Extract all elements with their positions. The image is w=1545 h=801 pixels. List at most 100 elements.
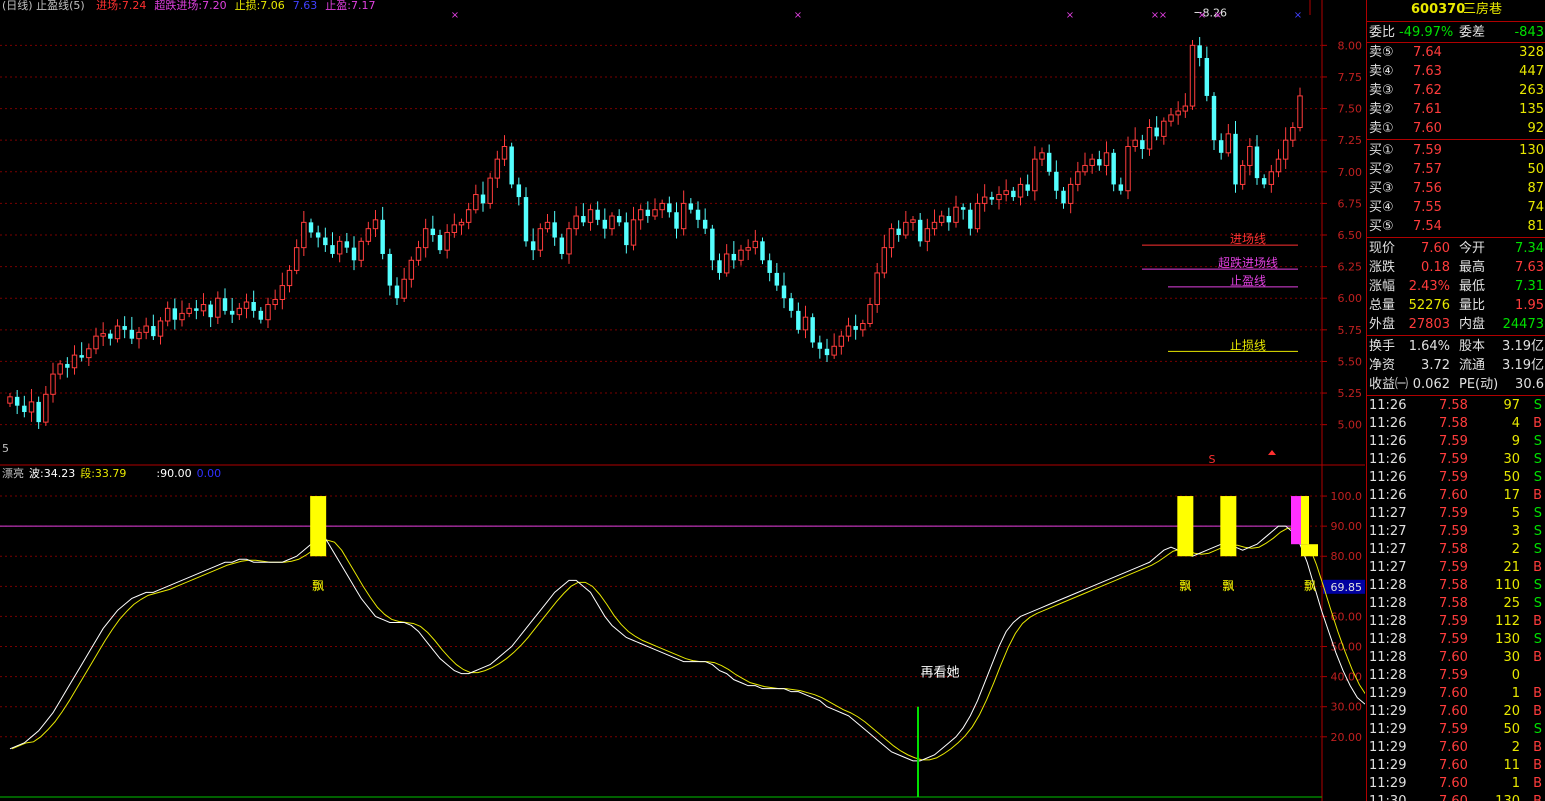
candle-body [996, 194, 1002, 201]
price-tick-label: 6.50 [1338, 229, 1363, 242]
bottom-left-label: 5 [2, 442, 9, 455]
candle-body [1225, 133, 1232, 154]
tick-side: S [1533, 398, 1542, 413]
tick-price: 7.60 [1439, 776, 1468, 791]
candle-body [745, 247, 751, 251]
ask-label: 卖⑤ [1369, 45, 1394, 60]
ask-row[interactable]: 卖② 7.61 135 [1367, 100, 1545, 119]
kline-chart[interactable]: 8.00 7.75 7.50 7.25 7.00 6.75 6.50 6.25 6.00 5.75… [0, 0, 1365, 801]
bid-row[interactable]: 买④ 7.55 74 [1367, 198, 1545, 217]
orderbook-divider [1367, 237, 1545, 238]
candle-body [151, 326, 156, 337]
tick-price: 7.59 [1439, 632, 1468, 647]
candle-body [258, 310, 264, 320]
candle-body [1189, 44, 1196, 107]
stat-value: 7.60 [1421, 241, 1450, 256]
tick-row: 11:26 7.59 30 S [1367, 451, 1545, 469]
stat-value: 30.6 [1515, 377, 1544, 392]
stat-value: 7.63 [1515, 260, 1544, 275]
tick-side: B [1533, 793, 1542, 801]
candle-body [559, 237, 565, 254]
candle-body [523, 197, 529, 242]
candle-body [838, 335, 845, 347]
candle-body [587, 209, 594, 223]
candle-body [200, 304, 207, 312]
bid-volume: 87 [1527, 181, 1544, 196]
candle-body [624, 222, 629, 246]
bid-row[interactable]: 买② 7.57 50 [1367, 160, 1545, 179]
candle-body [853, 326, 858, 330]
candle-body [581, 216, 586, 223]
weicha-label: 委差 [1459, 25, 1486, 40]
price-tick-label: 5.50 [1338, 355, 1363, 368]
tick-time: 11:27 [1369, 542, 1407, 557]
signal-lines: 进场线超跌进场线止盈线止损线 [1142, 232, 1298, 352]
indicator-legend-item: 波:34.23 [29, 467, 75, 480]
tick-side: S [1533, 722, 1542, 737]
buy-marker-label: 再看她 [920, 665, 959, 681]
top-marker: × [1294, 10, 1302, 21]
candle-body [616, 216, 622, 223]
candle-body [888, 228, 895, 249]
candle-body [530, 241, 536, 251]
candle-body [537, 228, 544, 251]
bid-row[interactable]: 买⑤ 7.54 81 [1367, 217, 1545, 236]
candle-body [674, 212, 679, 229]
tick-price: 7.60 [1439, 793, 1468, 801]
stock-code: 600370 [1411, 2, 1466, 17]
ask-row[interactable]: 卖④ 7.63 447 [1367, 62, 1545, 81]
candle-body [1125, 145, 1131, 192]
tick-time: 11:27 [1369, 506, 1407, 521]
ask-row[interactable]: 卖① 7.60 92 [1367, 119, 1545, 138]
candle-body [293, 247, 300, 271]
tick-volume: 112 [1495, 614, 1520, 629]
tick-volume: 130 [1495, 793, 1520, 801]
candle-body [903, 221, 909, 236]
tick-time: 11:28 [1369, 578, 1407, 593]
bid-row[interactable]: 买① 7.59 130 [1367, 141, 1545, 160]
stat-value: 1.64% [1408, 339, 1450, 354]
tick-price: 7.60 [1439, 650, 1468, 665]
candle-body [960, 207, 966, 210]
bo-line [9, 525, 1365, 762]
tick-side: S [1533, 632, 1542, 647]
tick-volume: 1 [1511, 686, 1520, 701]
tick-row: 11:28 7.59 112 B [1367, 613, 1545, 631]
candle-body [430, 228, 436, 235]
indicator-tick-label: 90.00 [1331, 520, 1363, 533]
candle-body [157, 320, 164, 337]
ask-row[interactable]: 卖⑤ 7.64 328 [1367, 43, 1545, 62]
candle-body [1067, 183, 1074, 204]
candle-body [723, 253, 730, 274]
candle-body [1046, 152, 1052, 172]
candle-body [143, 325, 149, 333]
candle-body [1182, 105, 1189, 112]
tick-volume: 30 [1503, 650, 1520, 665]
stock-header[interactable]: 600370 三房巷 [1367, 0, 1545, 20]
tick-price: 7.59 [1439, 560, 1468, 575]
main-legend-item: 进场:7.24 [96, 0, 146, 12]
candle-body [136, 331, 142, 340]
bid-row[interactable]: 买③ 7.56 87 [1367, 179, 1545, 198]
tick-side: B [1533, 758, 1542, 773]
tick-price: 7.60 [1439, 488, 1468, 503]
signal-label: 飘 [312, 579, 324, 593]
tick-side: B [1533, 650, 1542, 665]
ask-row[interactable]: 卖③ 7.62 263 [1367, 81, 1545, 100]
stat-label: 内盘 [1459, 317, 1486, 332]
tick-time: 11:30 [1369, 793, 1406, 801]
tick-row: 11:26 7.59 9 S [1367, 433, 1545, 451]
candle-body [680, 202, 687, 230]
ask-label: 卖③ [1369, 83, 1394, 98]
candle-body [394, 285, 400, 299]
indicator-legend-item: 0.00 [197, 467, 222, 480]
bid-volume: 74 [1527, 200, 1544, 215]
tick-time: 11:29 [1369, 776, 1407, 791]
candle-body [831, 345, 837, 356]
stat-value: 0.18 [1421, 260, 1450, 275]
candle-body [114, 325, 121, 340]
price-axis: 8.00 7.75 7.50 7.25 7.00 6.75 6.50 6.25 6.00 5.75… [1322, 39, 1363, 432]
stat-row: 换手 1.64% 股本 3.19亿 [1367, 337, 1545, 356]
stat-label: 股本 [1459, 339, 1486, 354]
signal-label: 飘 [1222, 579, 1234, 593]
